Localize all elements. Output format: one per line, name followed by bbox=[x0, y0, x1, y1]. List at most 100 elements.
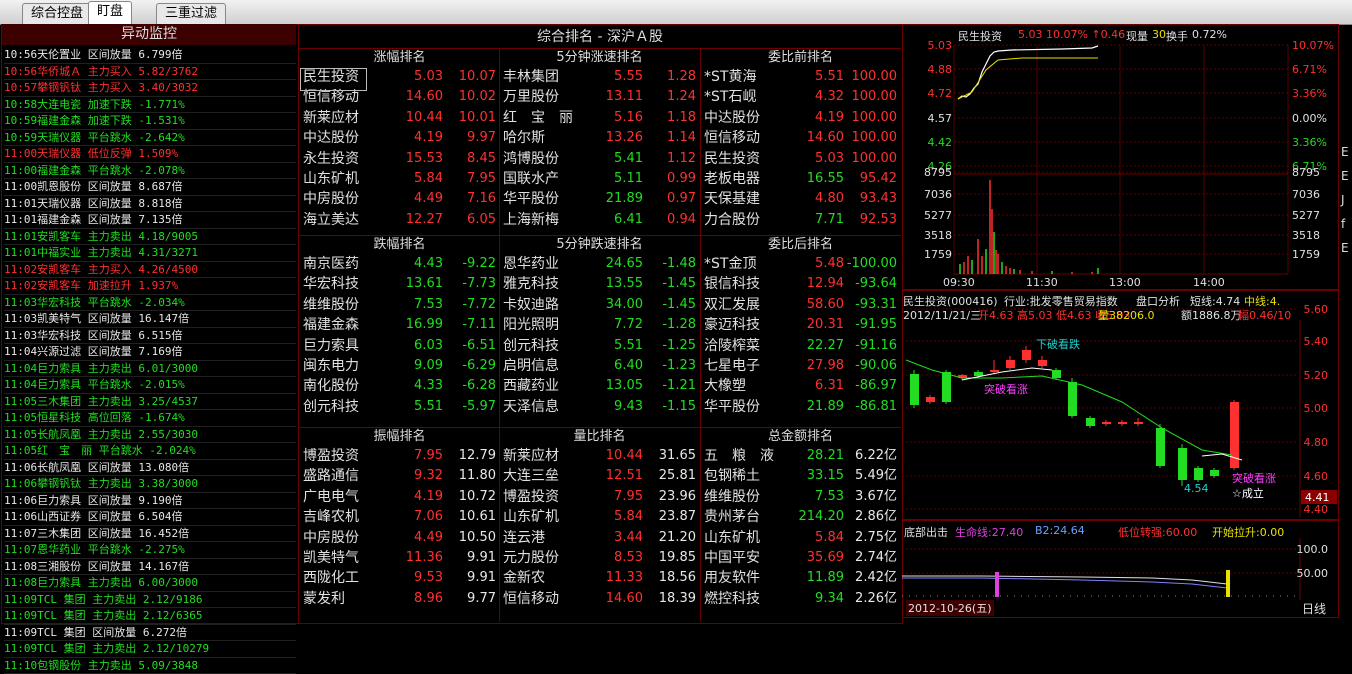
monitor-row[interactable]: 11:03凯美特气 区间放量 16.147倍 bbox=[4, 311, 296, 328]
ranking-row[interactable]: 维维股份7.533.67亿 bbox=[701, 487, 900, 507]
ranking-row[interactable]: 恒信移动14.6018.39 bbox=[500, 589, 699, 609]
ranking-row[interactable]: 创元科技5.51-5.97 bbox=[300, 397, 499, 417]
ranking-row[interactable]: 大连三垒12.5125.81 bbox=[500, 466, 699, 486]
monitor-row[interactable]: 11:04巨力索具 主力卖出 6.01/3000 bbox=[4, 361, 296, 378]
monitor-row[interactable]: 11:04兴源过滤 区间放量 7.169倍 bbox=[4, 344, 296, 361]
monitor-row[interactable]: 11:05恒星科技 高位回落 -1.674% bbox=[4, 410, 296, 427]
ranking-row[interactable]: 广电电气4.1910.72 bbox=[300, 487, 499, 507]
ranking-row[interactable]: 闽东电力9.09-6.29 bbox=[300, 356, 499, 376]
ranking-row[interactable]: 南京医药4.43-9.22 bbox=[300, 254, 499, 274]
tab-dingpan[interactable]: 盯盘 bbox=[88, 1, 132, 25]
monitor-row[interactable]: 11:05红 宝 丽 平台跳水 -2.024% bbox=[4, 443, 296, 460]
monitor-row[interactable]: 11:08巨力索具 主力卖出 6.00/3000 bbox=[4, 575, 296, 592]
ranking-row[interactable]: 海立美达12.276.05 bbox=[300, 210, 499, 230]
ranking-row[interactable]: 丰林集团5.551.28 bbox=[500, 67, 699, 87]
tab-zonghe[interactable]: 综合控盘 bbox=[22, 3, 92, 24]
ranking-row[interactable]: 用友软件11.892.42亿 bbox=[701, 568, 900, 588]
ranking-row[interactable]: 中国平安35.692.74亿 bbox=[701, 548, 900, 568]
monitor-row[interactable]: 11:06攀钢钒钛 主力卖出 3.38/3000 bbox=[4, 476, 296, 493]
ranking-row[interactable]: 金新农11.3318.56 bbox=[500, 568, 699, 588]
ranking-row[interactable]: 恩华药业24.65-1.48 bbox=[500, 254, 699, 274]
monitor-row[interactable]: 11:09TCL 集团 主力卖出 2.12/6365 bbox=[4, 608, 296, 625]
period-label[interactable]: 日线 bbox=[1302, 600, 1326, 617]
monitor-list[interactable]: 10:56天伦置业 区间放量 6.799倍10:56华侨城Ａ 主力买入 5.82… bbox=[4, 47, 296, 674]
ranking-row[interactable]: 天保基建4.8093.43 bbox=[701, 189, 900, 209]
ranking-row[interactable]: 老板电器16.5595.42 bbox=[701, 169, 900, 189]
ranking-row[interactable]: 连云港3.4421.20 bbox=[500, 528, 699, 548]
monitor-row[interactable]: 11:02安凯客车 加速拉升 1.937% bbox=[4, 278, 296, 295]
monitor-row[interactable]: 10:56天伦置业 区间放量 6.799倍 bbox=[4, 47, 296, 64]
monitor-row[interactable]: 11:09TCL 集团 区间放量 6.272倍 bbox=[4, 625, 296, 642]
ranking-row[interactable]: 阳光照明7.72-1.28 bbox=[500, 315, 699, 335]
ranking-row[interactable]: 新莱应材10.4410.01 bbox=[300, 108, 499, 128]
ranking-row[interactable]: 维维股份7.53-7.72 bbox=[300, 295, 499, 315]
ranking-row[interactable]: 银信科技12.94-93.64 bbox=[701, 274, 900, 294]
ranking-row[interactable]: 豪迈科技20.31-91.95 bbox=[701, 315, 900, 335]
ranking-row[interactable]: *ST石岘4.32100.00 bbox=[701, 87, 900, 107]
ranking-row[interactable]: 博盈投资7.9523.96 bbox=[500, 487, 699, 507]
monitor-row[interactable]: 11:09TCL 集团 主力卖出 2.12/10279 bbox=[4, 641, 296, 658]
ranking-row[interactable]: 中达股份4.19100.00 bbox=[701, 108, 900, 128]
ranking-row[interactable]: 国联水产5.110.99 bbox=[500, 169, 699, 189]
monitor-row[interactable]: 10:57攀钢钒钛 主力买入 3.40/3032 bbox=[4, 80, 296, 97]
monitor-row[interactable]: 11:09TCL 集团 主力卖出 2.12/9186 bbox=[4, 592, 296, 609]
ranking-row[interactable]: 包钢稀土33.155.49亿 bbox=[701, 466, 900, 486]
tab-sanchong[interactable]: 三重过滤 bbox=[156, 3, 226, 24]
monitor-row[interactable]: 11:06长航凤凰 区间放量 13.080倍 bbox=[4, 460, 296, 477]
monitor-row[interactable]: 11:07恩华药业 平台跳水 -2.275% bbox=[4, 542, 296, 559]
ranking-row[interactable]: 凯美特气11.369.91 bbox=[300, 548, 499, 568]
ranking-row[interactable]: 永生投资15.538.45 bbox=[300, 149, 499, 169]
ranking-row[interactable]: 南化股份4.33-6.28 bbox=[300, 376, 499, 396]
monitor-row[interactable]: 10:56华侨城Ａ 主力买入 5.82/3762 bbox=[4, 64, 296, 81]
ranking-row[interactable]: 西藏药业13.05-1.21 bbox=[500, 376, 699, 396]
ranking-row[interactable]: 卡奴迪路34.00-1.45 bbox=[500, 295, 699, 315]
ranking-row[interactable]: 恒信移动14.60100.00 bbox=[701, 128, 900, 148]
ranking-row[interactable]: 山东矿机5.8423.87 bbox=[500, 507, 699, 527]
ranking-row[interactable]: 贵州茅台214.202.86亿 bbox=[701, 507, 900, 527]
monitor-row[interactable]: 11:01福建金森 区间放量 7.135倍 bbox=[4, 212, 296, 229]
ranking-row[interactable]: 福建金森16.99-7.11 bbox=[300, 315, 499, 335]
ranking-row[interactable]: 红 宝 丽5.161.18 bbox=[500, 108, 699, 128]
kline-chart[interactable]: 5.605.405.205.004.804.604.404.41下破看跌突破看涨… bbox=[902, 290, 1338, 519]
ranking-row[interactable]: 中达股份4.199.97 bbox=[300, 128, 499, 148]
monitor-row[interactable]: 11:02安凯客车 主力买入 4.26/4500 bbox=[4, 262, 296, 279]
ranking-row[interactable]: 盛路通信9.3211.80 bbox=[300, 466, 499, 486]
ranking-row[interactable]: 中房股份4.4910.50 bbox=[300, 528, 499, 548]
monitor-row[interactable]: 11:06山西证券 区间放量 6.504倍 bbox=[4, 509, 296, 526]
ranking-row[interactable]: 哈尔斯13.261.14 bbox=[500, 128, 699, 148]
ranking-row[interactable]: 上海新梅6.410.94 bbox=[500, 210, 699, 230]
monitor-row[interactable]: 11:06巨力索具 区间放量 9.190倍 bbox=[4, 493, 296, 510]
monitor-row[interactable]: 10:58大连电瓷 加速下跌 -1.771% bbox=[4, 97, 296, 114]
monitor-row[interactable]: 11:05长航凤凰 主力卖出 2.55/3030 bbox=[4, 427, 296, 444]
ranking-row[interactable]: 万里股份13.111.24 bbox=[500, 87, 699, 107]
ranking-row[interactable]: 雅克科技13.55-1.45 bbox=[500, 274, 699, 294]
ranking-row[interactable]: 新莱应材10.4431.65 bbox=[500, 446, 699, 466]
intraday-chart[interactable]: 5.0310.07%4.886.71%4.723.36%4.570.00%4.4… bbox=[902, 24, 1338, 289]
ranking-row[interactable]: 五 粮 液28.216.22亿 bbox=[701, 446, 900, 466]
monitor-row[interactable]: 10:59天瑞仪器 平台跳水 -2.642% bbox=[4, 130, 296, 147]
ranking-row[interactable]: 七星电子27.98-90.06 bbox=[701, 356, 900, 376]
ranking-row[interactable]: 山东矿机5.842.75亿 bbox=[701, 528, 900, 548]
monitor-row[interactable]: 11:05三木集团 主力卖出 3.25/4537 bbox=[4, 394, 296, 411]
ranking-row[interactable]: 启明信息6.40-1.23 bbox=[500, 356, 699, 376]
ranking-row[interactable]: 力合股份7.7192.53 bbox=[701, 210, 900, 230]
monitor-row[interactable]: 11:01安凯客车 主力卖出 4.18/9005 bbox=[4, 229, 296, 246]
monitor-row[interactable]: 10:59福建金森 加速下跌 -1.531% bbox=[4, 113, 296, 130]
ranking-row[interactable]: 山东矿机5.847.95 bbox=[300, 169, 499, 189]
ranking-row[interactable]: 元力股份8.5319.85 bbox=[500, 548, 699, 568]
monitor-row[interactable]: 11:03华宏科技 平台跳水 -2.034% bbox=[4, 295, 296, 312]
monitor-row[interactable]: 11:10包钢股份 主力卖出 5.09/3848 bbox=[4, 658, 296, 674]
ranking-row[interactable]: 天泽信息9.43-1.15 bbox=[500, 397, 699, 417]
monitor-row[interactable]: 11:00福建金森 平台跳水 -2.078% bbox=[4, 163, 296, 180]
ranking-row[interactable]: 中房股份4.497.16 bbox=[300, 189, 499, 209]
ranking-row[interactable]: 博盈投资7.9512.79 bbox=[300, 446, 499, 466]
ranking-row[interactable]: 民生投资5.03100.00 bbox=[701, 149, 900, 169]
selected-stock-box[interactable] bbox=[300, 68, 367, 91]
ranking-row[interactable]: *ST金顶5.48-100.00 bbox=[701, 254, 900, 274]
monitor-row[interactable]: 11:00天瑞仪器 低位反弹 1.509% bbox=[4, 146, 296, 163]
ranking-row[interactable]: 燃控科技9.342.26亿 bbox=[701, 589, 900, 609]
monitor-row[interactable]: 11:03华宏科技 区间放量 6.515倍 bbox=[4, 328, 296, 345]
ranking-row[interactable]: 大橡塑6.31-86.97 bbox=[701, 376, 900, 396]
ranking-row[interactable]: 吉峰农机7.0610.61 bbox=[300, 507, 499, 527]
monitor-row[interactable]: 11:08三湘股份 区间放量 14.167倍 bbox=[4, 559, 296, 576]
